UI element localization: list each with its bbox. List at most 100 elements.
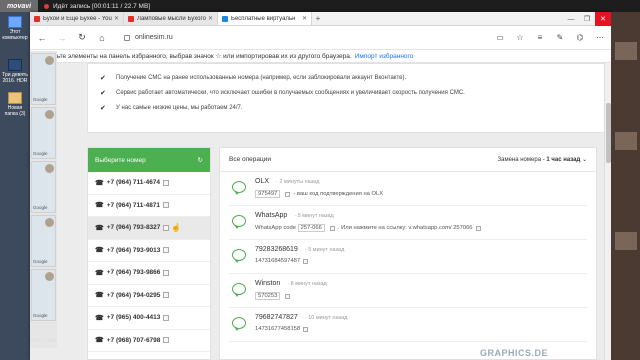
home-button[interactable]: ⌂: [94, 30, 110, 46]
desktop-icon-folder[interactable]: Новая папка (3): [2, 92, 28, 117]
message-body: 14731684597487: [255, 258, 311, 264]
number-panel-header: Выберите номер ↻: [88, 148, 210, 172]
message-time: · 2 минуты назад: [276, 179, 320, 185]
import-favorites-link[interactable]: Импорт избранного: [355, 53, 414, 60]
page-icon: [124, 34, 130, 41]
number-row[interactable]: ☎ +7 (964) 711-4871: [88, 195, 210, 217]
message-body: 14731677458158: [255, 326, 311, 332]
sort-dropdown[interactable]: Замена номера - 1 час назад ⌄: [498, 156, 588, 163]
number-row[interactable]: ☎ +7 (964) 793-9013: [88, 240, 210, 262]
close-window-button[interactable]: ✕: [595, 12, 611, 26]
hub-icon[interactable]: ≡: [533, 30, 547, 46]
share-icon[interactable]: ⌬: [573, 30, 587, 46]
number-row[interactable]: ☎ +7 (965) 400-4413: [88, 307, 210, 330]
close-tab-icon[interactable]: ✕: [114, 15, 119, 22]
tab-youtube-2[interactable]: Ламповые мысли Бухого и ✕: [124, 12, 218, 25]
message-time: · 8 минут назад: [287, 281, 327, 287]
maps-column: Google Google Google Google Google: [30, 51, 57, 348]
copy-icon[interactable]: [163, 269, 170, 276]
message-tail: . Или нажмите на ссылку: v.whatsapp.com/…: [337, 225, 473, 231]
phone-number: +7 (968) 707-6798: [106, 336, 161, 344]
refresh-icon[interactable]: ↻: [198, 156, 203, 164]
more-icon[interactable]: ⋯: [593, 30, 607, 46]
map-card[interactable]: Google: [31, 215, 56, 267]
avatar: [45, 272, 54, 281]
phone-icon: ☎: [95, 179, 104, 187]
number-row[interactable]: ☎ +7 (968) 707-6798: [88, 330, 210, 352]
new-tab-button[interactable]: +: [312, 12, 324, 25]
copy-icon[interactable]: [163, 292, 170, 299]
map-card[interactable]: Google: [31, 53, 56, 105]
message-list: OLX · 2 минуты назад 975497 - ваш код подтв…: [220, 172, 596, 342]
message-time-value: 5 минут назад: [308, 247, 345, 253]
copy-icon[interactable]: [285, 191, 291, 197]
copy-icon[interactable]: [163, 179, 170, 186]
avatar: [45, 164, 54, 173]
number-row[interactable]: ☎ +7 (964) 793-8327 ☝: [88, 217, 210, 240]
message-bubble-icon: [232, 215, 246, 229]
address-input[interactable]: onlinesim.ru: [135, 34, 487, 41]
number-row[interactable]: ☎ +7 (964) 711-4674: [88, 172, 210, 195]
desktop-icon-video[interactable]: Три девять 2016. HDR: [2, 59, 28, 84]
message-code: 975497: [255, 190, 281, 198]
map-card[interactable]: Google: [31, 269, 56, 321]
copy-icon[interactable]: [285, 293, 291, 299]
recorder-bar: movavi Идёт запись [00:01:11 / 22.7 MB]: [0, 0, 640, 12]
copy-icon[interactable]: [303, 326, 309, 332]
copy-icon[interactable]: [303, 258, 309, 264]
tab-title: Ламповые мысли Бухого и: [137, 15, 206, 22]
number-list: ☎ +7 (964) 711-4674 ☎ +7 (964) 711-4871 ☎ +7 …: [88, 172, 210, 352]
operations-panel: Все операции Замена номера - 1 час назад…: [219, 147, 597, 360]
tab-title: Бухой и Еще Бухее - YouTu: [43, 15, 112, 22]
minimize-button[interactable]: —: [563, 12, 579, 26]
copy-icon[interactable]: [475, 225, 481, 231]
feature-text: Сервис работает автоматически, что исклю…: [116, 89, 465, 96]
avatar: [45, 56, 54, 65]
window-controls: — ❐ ✕: [563, 12, 611, 26]
copy-icon[interactable]: [163, 314, 170, 321]
copy-icon[interactable]: [163, 337, 170, 344]
back-button[interactable]: ←: [34, 30, 50, 46]
message-code: 570253: [255, 292, 281, 300]
page-scrollbar[interactable]: [604, 63, 611, 360]
tab-bar: Бухой и Еще Бухее - YouTu ✕ Ламповые мыс…: [30, 12, 611, 26]
phone-number: +7 (964) 794-0295: [106, 291, 161, 299]
refresh-button[interactable]: ↻: [74, 30, 90, 46]
check-icon: ✔: [100, 89, 106, 97]
message-time-value: 8 минут назад: [290, 281, 327, 287]
recorder-status: Идёт запись [00:01:11 / 22.7 MB]: [53, 2, 151, 10]
copy-icon[interactable]: [163, 224, 170, 231]
map-card[interactable]: Google: [31, 161, 56, 213]
copy-icon[interactable]: [163, 247, 170, 254]
web-note-icon[interactable]: ✎: [553, 30, 567, 46]
tab-youtube-1[interactable]: Бухой и Еще Бухее - YouTu ✕: [30, 12, 124, 25]
number-row[interactable]: ☎ +7 (964) 793-9866: [88, 262, 210, 285]
favorites-hint: Добавьте элементы на панель избранного, …: [38, 53, 352, 60]
close-tab-icon[interactable]: ✕: [208, 15, 213, 22]
phone-icon: ☎: [95, 202, 104, 210]
message-time-value: 5 минут назад: [297, 213, 334, 219]
forward-button[interactable]: →: [54, 30, 70, 46]
desktop-icon-label: Этот компьютер: [2, 29, 28, 41]
close-tab-icon[interactable]: ✕: [302, 15, 307, 22]
map-card[interactable]: Google: [31, 107, 56, 159]
operations-title: Все операции: [229, 156, 271, 163]
desktop-icon-label: Три девять 2016. HDR: [2, 72, 28, 84]
favorite-star-icon[interactable]: ☆: [513, 30, 527, 46]
reading-view-icon[interactable]: ▭: [493, 30, 507, 46]
message-body: WhatsApp code 257-066 . Или нажмите на сс…: [255, 224, 484, 232]
message-body: 570253: [255, 292, 293, 300]
copy-icon[interactable]: [329, 225, 335, 231]
tab-onlinesim[interactable]: Бесплатные виртуальн ✕: [218, 12, 312, 25]
desktop-icon-computer[interactable]: Этот компьютер: [2, 16, 28, 41]
maximize-button[interactable]: ❐: [579, 12, 595, 26]
desktop-icon-label: Новая папка (3): [4, 105, 26, 117]
message-item: 79682747827 · 10 минут назад 1473167745815…: [229, 308, 587, 342]
phone-icon: ☎: [95, 269, 104, 277]
google-logo: Google: [33, 259, 48, 264]
copy-icon[interactable]: [163, 202, 170, 209]
youtube-icon: [128, 15, 134, 22]
feature-text: Получение СМС на ранее использованные но…: [116, 74, 407, 81]
number-row[interactable]: ☎ +7 (964) 794-0295: [88, 285, 210, 307]
phone-number: +7 (965) 400-4413: [106, 314, 161, 322]
